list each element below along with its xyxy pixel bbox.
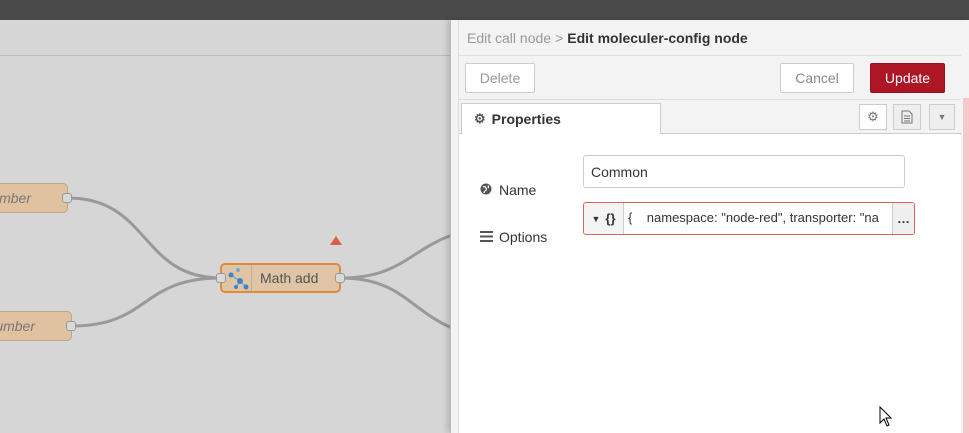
wire-math-to-out1 — [340, 234, 450, 280]
breadcrumb: Edit call node > Edit moleculer-config nod… — [467, 30, 748, 46]
node-description-button[interactable] — [893, 104, 921, 130]
tab-properties-label: Properties — [491, 111, 561, 127]
list-icon — [479, 230, 493, 245]
tab-properties[interactable]: ⚙ Properties — [461, 103, 661, 135]
options-label: Options — [499, 229, 548, 245]
json-type-icon: {} — [605, 211, 616, 226]
node-label: umber — [0, 318, 35, 334]
moleculer-icon — [222, 265, 252, 291]
number-node-1[interactable]: umber — [0, 183, 72, 213]
options-typed-input[interactable]: ▼ {} { namespace: "node-red", transporte… — [583, 202, 915, 235]
warning-icon — [330, 236, 342, 245]
gear-icon: ⚙ — [474, 111, 486, 126]
more-tabs-button[interactable]: ▼ — [929, 104, 955, 130]
mouse-cursor-icon — [879, 406, 893, 427]
name-label: Name — [499, 182, 537, 198]
globe-icon — [479, 183, 493, 198]
caret-down-icon: ▼ — [937, 112, 947, 122]
tray-resize-handle[interactable] — [451, 20, 459, 433]
tray-toolbar: Delete Cancel Update — [459, 56, 961, 100]
edit-tray: Edit call node > Edit moleculer-config nod… — [450, 20, 969, 433]
number-node-2[interactable]: umber — [0, 311, 76, 341]
math-add-node[interactable]: Math add — [216, 263, 345, 293]
properties-form: Name Common Options ▼ {} { namespace: "n… — [459, 135, 961, 433]
output-port[interactable] — [335, 273, 345, 283]
wire-number2-to-math — [71, 276, 222, 328]
document-icon — [901, 110, 913, 124]
type-selector[interactable]: ▼ {} — [584, 203, 624, 234]
wire-math-to-out2 — [340, 276, 450, 329]
top-bar — [0, 0, 969, 20]
output-port[interactable] — [62, 193, 72, 203]
wire-number1-to-math — [67, 196, 222, 280]
caret-down-icon: ▼ — [591, 213, 601, 224]
tray-tabs: ⚙ Properties ⚙ ▼ — [459, 100, 961, 135]
breadcrumb-current: Edit moleculer-config node — [567, 30, 748, 46]
tray-header: Edit call node > Edit moleculer-config nod… — [459, 20, 961, 56]
options-value[interactable]: { namespace: "node-red", transporter: "n… — [628, 210, 892, 225]
breadcrumb-separator: > — [555, 30, 564, 46]
options-row-label: Options — [479, 229, 547, 245]
expand-editor-button[interactable]: … — [892, 203, 914, 234]
node-label: Math add — [260, 270, 319, 286]
delete-button[interactable]: Delete — [465, 63, 535, 93]
cancel-button[interactable]: Cancel — [780, 63, 854, 93]
node-settings-button[interactable]: ⚙ — [859, 104, 887, 130]
update-button[interactable]: Update — [870, 63, 945, 93]
tray-red-rail — [963, 98, 969, 433]
input-port[interactable] — [216, 273, 226, 283]
name-input[interactable]: Common — [583, 155, 905, 188]
name-row-label: Name — [479, 182, 536, 198]
output-port[interactable] — [66, 321, 76, 331]
breadcrumb-parent[interactable]: Edit call node — [467, 30, 551, 46]
wires-layer — [67, 196, 450, 329]
gear-icon: ⚙ — [867, 109, 879, 124]
node-label: umber — [0, 190, 31, 206]
flow-workspace[interactable]: umber umber Math add — [0, 20, 450, 433]
